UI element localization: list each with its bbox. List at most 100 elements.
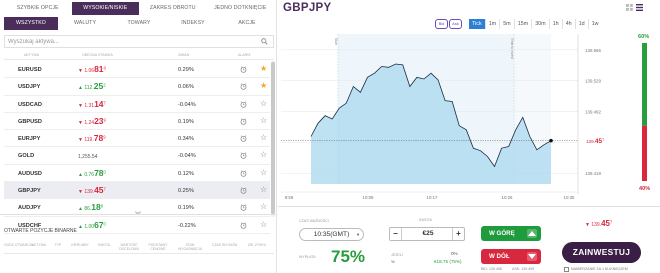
tab-option-type-0[interactable]: SZYBKIE OPCJE bbox=[4, 2, 72, 15]
bid-ask-toggle: Bid Ask bbox=[435, 19, 463, 29]
favorite-star-icon[interactable]: ☆ bbox=[260, 220, 267, 229]
asset-rate: ▼ 1.06818 bbox=[78, 64, 106, 74]
rate-prefix: 1.24 bbox=[84, 119, 95, 126]
asset-row[interactable]: USDCAD ▼ 1.31147 -0.04% ☆ bbox=[4, 96, 270, 113]
favorite-star-icon[interactable]: ★ bbox=[260, 82, 267, 90]
asset-name: EURJPY bbox=[18, 136, 41, 143]
alarm-clock-icon[interactable] bbox=[240, 187, 247, 194]
column-header-change: ZMIAN bbox=[178, 53, 190, 57]
if-label: JEŻELI bbox=[391, 253, 403, 257]
price-chart[interactable]: 139.566139.529139.492139.455139.4189:591… bbox=[281, 34, 606, 202]
scrollbar-thumb[interactable] bbox=[271, 62, 275, 214]
grid-view-icon[interactable] bbox=[626, 4, 633, 11]
current-price-quote: ▼ 139.457 bbox=[585, 219, 612, 228]
favorite-star-icon[interactable]: ☆ bbox=[260, 134, 267, 142]
asset-change: 0.29% bbox=[178, 67, 194, 73]
alarm-clock-icon[interactable] bbox=[240, 170, 247, 177]
tab-category-2[interactable]: TOWARY bbox=[112, 17, 166, 30]
rate-direction-icon: ▲ bbox=[78, 171, 83, 178]
alarm-clock-icon[interactable] bbox=[240, 222, 247, 229]
expiry-select[interactable]: 10:35(GMT) bbox=[299, 228, 364, 241]
current-price-dot bbox=[549, 138, 553, 143]
favorite-star-icon[interactable]: ☆ bbox=[260, 116, 267, 125]
invest-button[interactable]: ZAINWESTUJ bbox=[562, 242, 641, 263]
tab-option-type-2[interactable]: ZAKRES OBROTU bbox=[139, 2, 207, 15]
asset-change: 0.25% bbox=[178, 188, 194, 195]
alarm-clock-icon[interactable] bbox=[240, 118, 247, 125]
favorite-star-icon[interactable]: ☆ bbox=[260, 168, 267, 177]
asset-row[interactable]: AUDUSD ▲ 0.76780 0.12% ☆ bbox=[4, 165, 270, 183]
toggle-ask[interactable]: Ask bbox=[449, 19, 462, 29]
timeframe-1d[interactable]: 1d bbox=[574, 19, 588, 29]
rate-prefix: 0.76 bbox=[84, 171, 95, 178]
alarm-clock-icon[interactable] bbox=[240, 101, 247, 108]
asset-row[interactable]: GBPJPY ▼ 139.457 0.25% ☆ bbox=[4, 182, 270, 200]
asset-change: 0.06% bbox=[178, 84, 194, 91]
favorite-star-icon[interactable]: ☆ bbox=[260, 203, 267, 211]
tab-option-type-3[interactable]: JEDNO DOTKNIĘCIE bbox=[207, 2, 275, 15]
alarm-clock-icon[interactable] bbox=[240, 135, 247, 142]
asset-name: AUDUSD bbox=[18, 170, 42, 177]
tab-category-1[interactable]: WALUTY bbox=[58, 17, 112, 30]
asset-row[interactable]: EURJPY ▼ 119.789 0.34% ☆ bbox=[4, 130, 270, 148]
tab-category-0[interactable]: WSZYSTKO bbox=[4, 17, 58, 30]
alarm-clock-icon[interactable] bbox=[240, 83, 247, 90]
rate-prefix: 112. bbox=[84, 85, 94, 92]
open-positions-column-header: ZW. ZYSKU bbox=[247, 243, 267, 247]
alarm-clock-icon[interactable] bbox=[240, 152, 247, 160]
timeframe-4h[interactable]: 4h bbox=[561, 19, 575, 29]
chevron-down-icon[interactable]: ▼ bbox=[356, 232, 360, 237]
asset-category-tabs: WSZYSTKO WALUTY TOWARY INDEKSY AKCJE bbox=[4, 17, 274, 30]
favorite-star-icon[interactable]: ★ bbox=[260, 65, 267, 73]
timeframe-15m[interactable]: 15m bbox=[513, 19, 532, 29]
amount-increase-button[interactable]: + bbox=[452, 228, 464, 240]
amount-input[interactable]: €25 bbox=[414, 228, 442, 240]
collapse-chevron-icon[interactable]: ︾ bbox=[135, 213, 141, 219]
tab-category-3[interactable]: INDEKSY bbox=[166, 17, 220, 30]
open-positions-column-header: TYP bbox=[54, 243, 62, 247]
zero-return: 0% bbox=[451, 251, 458, 256]
list-view-icon[interactable] bbox=[636, 4, 643, 11]
sentiment-up-percent: 60% bbox=[638, 34, 650, 40]
tab-option-type-1[interactable]: WYSOKIE/NISKIE bbox=[71, 2, 139, 15]
asset-column-headers: AKTYWA OBECNA STAWKA ZMIAN ALARM bbox=[4, 50, 274, 60]
rate-direction-icon: ▼ bbox=[78, 189, 83, 196]
rate-fraction: 9 bbox=[103, 134, 106, 140]
rate-direction-icon: ▼ bbox=[78, 137, 83, 144]
price-chart-svg[interactable]: 139.566139.529139.492139.455139.4189:591… bbox=[281, 34, 606, 202]
search-input[interactable] bbox=[4, 35, 274, 48]
timeframe-5m[interactable]: 5m bbox=[499, 19, 514, 29]
alarm-clock-icon[interactable] bbox=[240, 204, 247, 212]
timeframe-1w[interactable]: 1w bbox=[587, 19, 602, 29]
favorite-star-icon[interactable]: ☆ bbox=[260, 99, 267, 108]
rate-fraction: 8 bbox=[103, 65, 106, 71]
trade-panel: CZAS WAŻNOŚCI 10:35(GMT) ▼ WYPŁATA 75% K… bbox=[278, 206, 660, 273]
amount-decrease-button[interactable]: − bbox=[390, 228, 402, 240]
asset-row[interactable]: GBPUSD ▼ 1.24239 0.19% ☆ bbox=[4, 113, 270, 131]
sentiment-bar bbox=[642, 43, 647, 181]
asset-row[interactable]: EURUSD ▼ 1.06818 0.29% ★ bbox=[4, 61, 270, 79]
asset-row[interactable]: GOLD 1,255.54 -0.04% ☆ bbox=[4, 147, 270, 165]
search-icon[interactable] bbox=[261, 38, 268, 45]
call-up-button[interactable]: W GÓRĘ bbox=[481, 226, 541, 241]
tag-prefix: 139. bbox=[586, 139, 595, 144]
timeframe-1h[interactable]: 1h bbox=[548, 19, 562, 29]
rate-fraction: 9 bbox=[103, 117, 106, 123]
asset-row[interactable]: USDJPY ▲ 112.252 0.06% ★ bbox=[4, 78, 270, 96]
rate-fraction: 8 bbox=[100, 203, 104, 209]
alarm-clock-icon[interactable] bbox=[240, 66, 247, 73]
timeframe-1m[interactable]: 1m bbox=[484, 19, 500, 29]
timeframe-30m[interactable]: 30m bbox=[531, 19, 549, 29]
put-down-button[interactable]: W DÓŁ bbox=[481, 249, 541, 264]
favorite-star-icon[interactable]: ☆ bbox=[260, 186, 267, 194]
favorite-star-icon[interactable]: ☆ bbox=[260, 151, 267, 159]
payout-value: 75% bbox=[331, 247, 366, 266]
y-tick-label: 139.492 bbox=[585, 110, 601, 115]
tab-category-4[interactable]: AKCJE bbox=[220, 17, 274, 30]
toggle-bid[interactable]: Bid bbox=[435, 19, 448, 29]
open-positions-column-header: KIERUNEK bbox=[71, 243, 89, 247]
timeframe-tick[interactable]: Tick bbox=[469, 19, 485, 29]
open-positions-title: OTWARTE POZYCJE BINARNE bbox=[4, 228, 77, 234]
one-click-checkbox[interactable] bbox=[564, 267, 569, 272]
asset-panel: SZYBKIE OPCJE WYSOKIE/NISKIE ZAKRES OBROTU… bbox=[0, 0, 277, 273]
